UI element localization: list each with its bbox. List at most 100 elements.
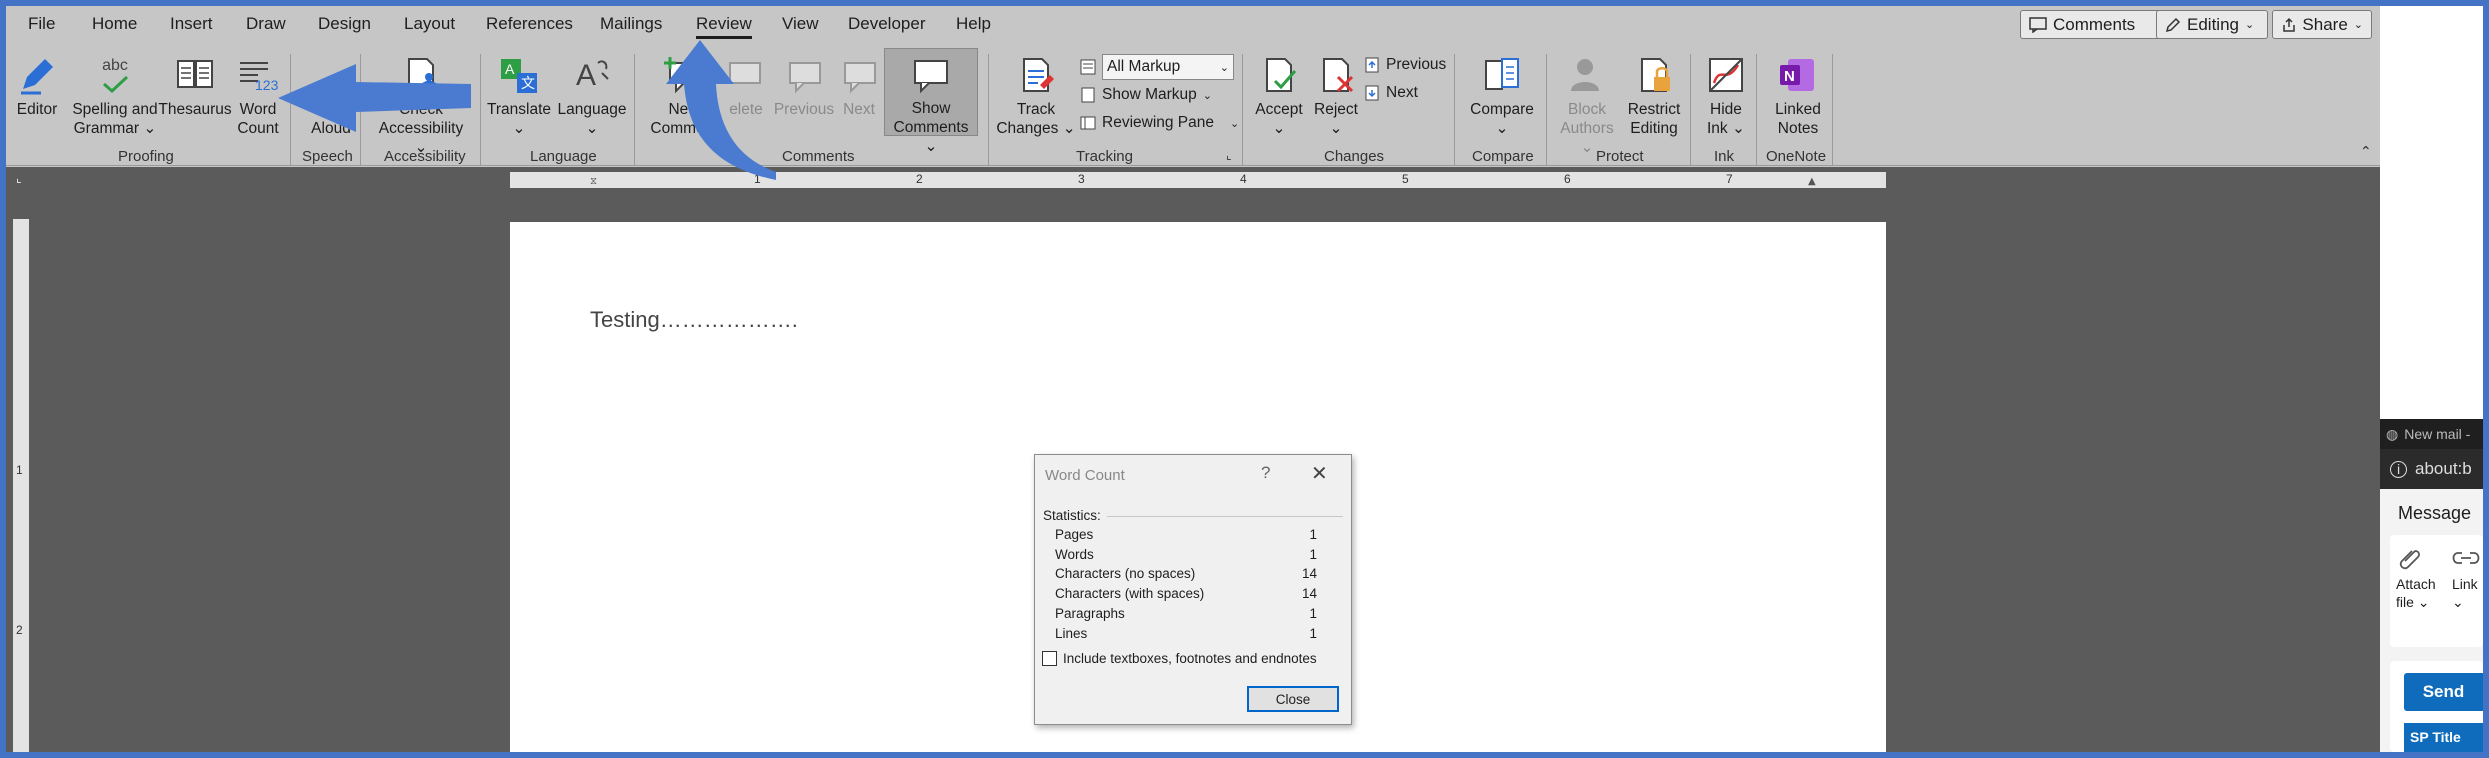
collapse-ribbon-icon[interactable]: ⌃ [2360, 144, 2372, 160]
ruler-number: 3 [1078, 172, 1085, 186]
tab-review[interactable]: Review [696, 14, 752, 39]
tab-help[interactable]: Help [956, 14, 991, 34]
hide-ink-icon [1705, 54, 1747, 96]
editing-button-label: Editing [2187, 14, 2239, 34]
stat-row-chars-with-spaces: Characters (with spaces) 14 [1055, 586, 1317, 601]
attach-label-1: Attach [2396, 576, 2436, 592]
stat-value: 1 [1309, 547, 1317, 562]
stat-label: Words [1055, 547, 1094, 562]
ruler-number: 1 [16, 463, 23, 477]
next-comment-button[interactable]: Next [836, 54, 882, 119]
tab-file[interactable]: File [28, 14, 55, 34]
comments-button[interactable]: Comments [2020, 10, 2168, 39]
language-button[interactable]: A Language ⌄ [554, 54, 630, 138]
word-window: File Home Insert Draw Design Layout Refe… [6, 6, 2380, 752]
separator [1756, 54, 1757, 166]
tab-home[interactable]: Home [92, 14, 137, 34]
markup-select[interactable]: All Markup ⌄ [1102, 54, 1234, 80]
link-icon [2452, 552, 2480, 564]
block-authors-button[interactable]: Block Authors ⌄ [1552, 54, 1622, 157]
document-text[interactable]: Testing………………. [590, 307, 798, 333]
separator [480, 54, 481, 166]
reject-button[interactable]: Reject ⌄ [1306, 54, 1366, 138]
onenote-icon: N [1777, 54, 1819, 96]
reviewing-pane-button[interactable]: Reviewing Pane ⌄ [1080, 114, 1239, 132]
dialog-launcher-icon[interactable]: ⌞ [1226, 148, 1232, 162]
spelling-grammar-button[interactable]: abc Spelling and Grammar ⌄ [70, 54, 160, 138]
track-changes-label-2: Changes ⌄ [996, 120, 1076, 137]
track-changes-button[interactable]: Track Changes ⌄ [996, 54, 1076, 138]
editor-icon [16, 54, 58, 96]
reviewing-pane-icon [1080, 116, 1096, 130]
tracking-group-label: Tracking [1076, 148, 1133, 165]
editing-button[interactable]: Editing ⌄ [2156, 10, 2268, 39]
tab-design[interactable]: Design [318, 14, 371, 34]
restrict-editing-button[interactable]: Restrict Editing [1620, 54, 1688, 138]
message-tab[interactable]: Message [2398, 503, 2471, 524]
close-button[interactable]: Close [1247, 686, 1339, 712]
tab-developer[interactable]: Developer [848, 14, 926, 34]
accept-button[interactable]: Accept ⌄ [1248, 54, 1310, 138]
tab-view[interactable]: View [782, 14, 819, 34]
show-comments-button[interactable]: Show Comments ⌄ [884, 48, 978, 155]
translate-label: Translate [486, 101, 552, 118]
markup-select-value: All Markup [1107, 58, 1181, 75]
sp-title-badge: SP Title [2404, 723, 2483, 752]
thesaurus-button[interactable]: Thesaurus [158, 54, 232, 119]
tab-insert[interactable]: Insert [170, 14, 213, 34]
show-comments-label-2: Comments ⌄ [893, 119, 969, 155]
screenshot-frame: File Home Insert Draw Design Layout Refe… [6, 6, 2483, 752]
show-comments-label-1: Show [911, 100, 951, 117]
tab-layout[interactable]: Layout [404, 14, 455, 34]
attach-file-button[interactable]: Attach file ⌄ [2396, 545, 2436, 611]
send-button[interactable]: Send [2404, 673, 2483, 711]
stat-label: Lines [1055, 626, 1088, 641]
show-markup-label: Show Markup [1102, 86, 1197, 103]
reject-icon [1315, 54, 1357, 96]
include-textboxes-checkbox[interactable]: Include textboxes, footnotes and endnote… [1042, 651, 1317, 666]
svg-text:文: 文 [521, 75, 535, 91]
new-mail-titlebar: ◍ New mail - [2380, 419, 2483, 449]
hide-ink-button[interactable]: Hide Ink ⌄ [1700, 54, 1752, 138]
svg-text:A: A [576, 59, 596, 92]
linked-notes-button[interactable]: N Linked Notes [1766, 54, 1830, 138]
changes-group-label: Changes [1324, 148, 1385, 165]
tab-selector-icon[interactable]: ⌞ [16, 171, 22, 185]
hide-ink-label-2: Ink ⌄ [1707, 120, 1745, 137]
globe-icon: ◍ [2386, 425, 2399, 442]
linked-notes-label-2: Notes [1777, 120, 1819, 137]
compare-button[interactable]: Compare ⌄ [1464, 54, 1540, 138]
tab-draw[interactable]: Draw [246, 14, 286, 34]
link-button[interactable]: Link ⌄ [2452, 545, 2480, 611]
help-icon[interactable]: ? [1261, 463, 1270, 483]
address-bar[interactable]: i about:b [2380, 449, 2483, 489]
editor-button[interactable]: Editor [16, 54, 58, 119]
show-markup-button[interactable]: Show Markup ⌄ [1080, 86, 1212, 104]
chevron-down-icon: ⌄ [1219, 61, 1229, 74]
tab-mailings[interactable]: Mailings [600, 14, 662, 34]
next-comment-icon [838, 54, 880, 96]
close-icon[interactable]: ✕ [1311, 461, 1328, 486]
tab-references[interactable]: References [486, 14, 573, 34]
send-area: Send SP Title [2390, 661, 2483, 752]
chevron-down-icon: ⌄ [2353, 19, 2363, 31]
stat-row-chars-no-spaces: Characters (no spaces) 14 [1055, 566, 1317, 581]
stat-value: 1 [1309, 527, 1317, 542]
markup-select-row: All Markup ⌄ [1080, 54, 1234, 80]
right-indent-marker-icon[interactable]: ▲ [1808, 176, 1816, 187]
svg-text:N: N [1784, 68, 1795, 85]
compose-toolbar: Attach file ⌄ Link ⌄ [2390, 535, 2483, 647]
stat-label: Paragraphs [1055, 606, 1125, 621]
checkbox-box[interactable] [1042, 651, 1057, 666]
stat-label: Characters (no spaces) [1055, 566, 1196, 581]
indent-marker-icon[interactable]: ⧖ [590, 176, 597, 187]
next-change-button[interactable]: Next [1364, 84, 1418, 102]
previous-change-button[interactable]: Previous [1364, 56, 1446, 74]
compare-label: Compare [1470, 101, 1534, 118]
divider [1107, 516, 1343, 517]
translate-button[interactable]: A文 Translate ⌄ [486, 54, 552, 138]
statistics-label: Statistics: [1043, 508, 1101, 523]
dialog-title: Word Count [1045, 467, 1125, 484]
info-icon[interactable]: i [2390, 460, 2407, 478]
share-button[interactable]: Share ⌄ [2272, 10, 2372, 39]
